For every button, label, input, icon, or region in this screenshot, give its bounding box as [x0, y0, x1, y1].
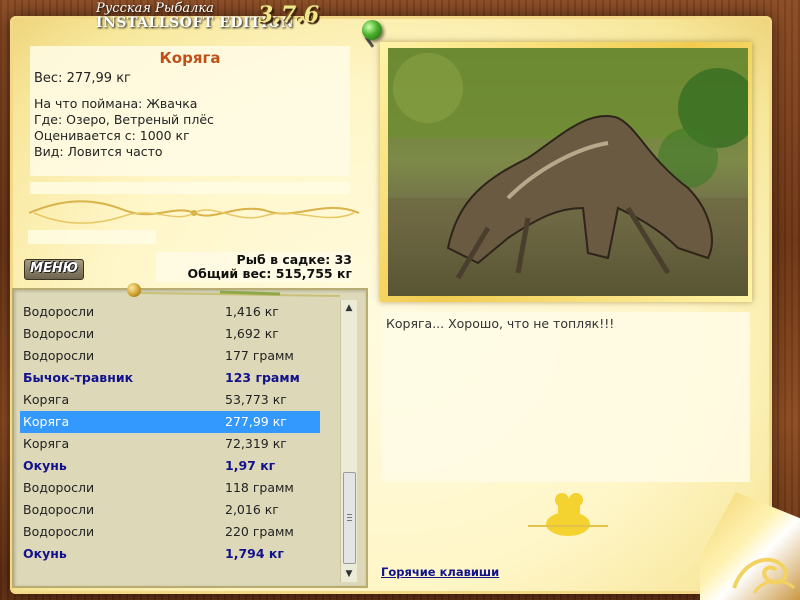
fish-place: Где: Озеро, Ветреный плёс: [34, 112, 214, 127]
keepnet-stats: Рыб в садке: 33 Общий вес: 515,755 кг: [156, 252, 352, 282]
list-item-weight: 72,319 кг: [225, 436, 287, 451]
list-item[interactable]: Коряга 277,99 кг: [20, 411, 320, 433]
fishing-rod-icon: [140, 290, 340, 297]
list-item-name: Окунь: [23, 458, 67, 473]
list-item-weight: 177 грамм: [225, 348, 294, 363]
hotkeys-link[interactable]: Горячие клавиши: [381, 565, 499, 579]
list-item-name: Водоросли: [23, 480, 95, 495]
fish-name: Коряга: [159, 49, 221, 67]
gold-pin-icon: [127, 283, 141, 297]
decorative-strip: [28, 230, 156, 244]
scroll-down-arrow-icon[interactable]: ▼: [341, 566, 357, 582]
list-item-name: Бычок-травник: [23, 370, 134, 385]
list-item-name: Коряга: [23, 392, 70, 407]
list-item-name: Коряга: [23, 436, 70, 451]
list-item[interactable]: Водоросли 2,016 кг: [20, 499, 320, 521]
list-item-weight: 53,773 кг: [225, 392, 287, 407]
list-item[interactable]: Водоросли 1,416 кг: [20, 301, 320, 323]
list-item-name: Водоросли: [23, 326, 95, 341]
total-weight: Общий вес: 515,755 кг: [187, 266, 353, 281]
fish-count: Рыб в садке: 33: [236, 252, 352, 267]
list-item-weight: 1,794 кг: [225, 546, 284, 561]
green-pin-icon: [362, 20, 382, 40]
corner-swirl-icon: [732, 557, 796, 594]
scrollbar-thumb[interactable]: [343, 472, 356, 564]
snag-photo: [388, 48, 748, 296]
menu-button[interactable]: МЕНЮ: [24, 259, 84, 280]
list-item-weight: 123 грамм: [225, 370, 300, 385]
fish-comment: Коряга... Хорошо, что не топляк!!!: [386, 316, 615, 331]
list-item[interactable]: Окунь 1,794 кг: [20, 543, 320, 565]
game-version: 3.7.6: [258, 2, 320, 28]
fish-kind: Вид: Ловится часто: [34, 144, 163, 159]
list-item[interactable]: Окунь 1,97 кг: [20, 455, 320, 477]
list-item-weight: 1,97 кг: [225, 458, 276, 473]
catch-list-scrollbar[interactable]: ▲ ▼: [340, 300, 357, 582]
ornament-divider-icon: [28, 200, 360, 224]
fish-weight: Вес: 277,99 кг: [34, 71, 131, 86]
list-item[interactable]: Водоросли 220 грамм: [20, 521, 320, 543]
list-item[interactable]: Водоросли 177 грамм: [20, 345, 320, 367]
fish-info-panel: Коряга Вес: 277,99 кг На что поймана: Жв…: [30, 46, 350, 176]
list-item-name: Водоросли: [23, 502, 95, 517]
list-item-weight: 277,99 кг: [225, 414, 287, 429]
mascot-icon: [528, 493, 608, 536]
list-item[interactable]: Бычок-травник 123 грамм: [20, 367, 320, 389]
list-item-weight: 118 грамм: [225, 480, 294, 495]
list-item[interactable]: Водоросли 118 грамм: [20, 477, 320, 499]
scroll-up-arrow-icon[interactable]: ▲: [341, 300, 357, 316]
list-item-weight: 2,016 кг: [225, 502, 279, 517]
list-item-weight: 1,692 кг: [225, 326, 279, 341]
decorative-strip: [30, 182, 350, 194]
comment-box: Коряга... Хорошо, что не топляк!!!: [382, 312, 750, 482]
fish-bait: На что поймана: Жвачка: [34, 96, 198, 111]
list-item-weight: 1,416 кг: [225, 304, 279, 319]
fish-value: Оценивается с: 1000 кг: [34, 128, 190, 143]
list-item[interactable]: Водоросли 1,692 кг: [20, 323, 320, 345]
list-item-name: Водоросли: [23, 524, 95, 539]
list-item-name: Водоросли: [23, 304, 95, 319]
list-item-name: Водоросли: [23, 348, 95, 363]
list-item-name: Окунь: [23, 546, 67, 561]
list-item[interactable]: Коряга 53,773 кг: [20, 389, 320, 411]
list-item[interactable]: Коряга 72,319 кг: [20, 433, 320, 455]
list-item-weight: 220 грамм: [225, 524, 294, 539]
list-item-name: Коряга: [23, 414, 70, 429]
